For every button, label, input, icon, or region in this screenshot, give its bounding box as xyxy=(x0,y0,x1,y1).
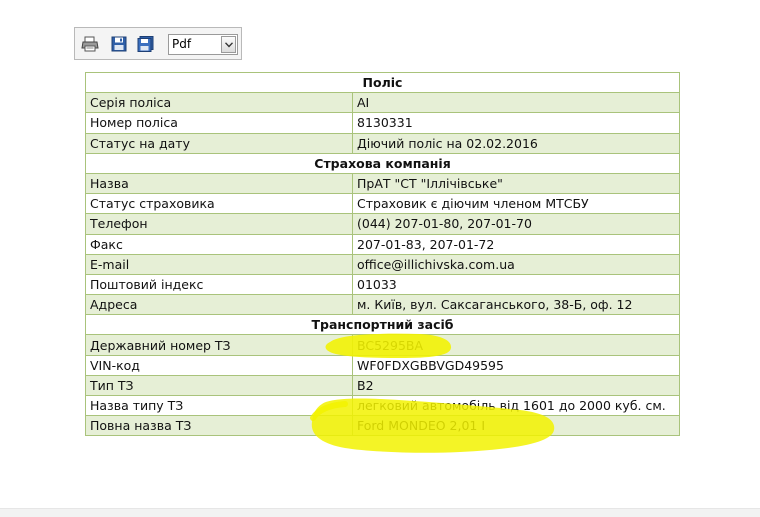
field-value: Ford MONDEO 2,01 I xyxy=(352,415,680,437)
field-value: WF0FDXGBBVGD49595 xyxy=(352,354,680,376)
field-label: Статус страховика xyxy=(85,193,353,215)
section-title: Страхова компанія xyxy=(85,152,680,174)
table-row: VIN-код WF0FDXGBBVGD49595 xyxy=(85,354,680,376)
field-label: Факс xyxy=(85,233,353,255)
save-as-button[interactable] xyxy=(137,36,155,52)
print-button[interactable] xyxy=(81,36,99,52)
field-label: Адреса xyxy=(85,294,353,316)
table-row: Факс 207-01-83, 207-01-72 xyxy=(85,233,680,255)
field-value: 01033 xyxy=(352,273,680,296)
save-icon xyxy=(111,36,127,52)
printer-icon xyxy=(81,36,99,52)
dropdown-caret[interactable] xyxy=(221,36,236,53)
field-label: Повна назва ТЗ xyxy=(85,415,353,437)
field-label: Серія поліса xyxy=(85,92,353,114)
field-value: Страховик є діючим членом МТСБУ xyxy=(352,193,680,215)
section-header-row: Поліс xyxy=(85,71,680,94)
field-value: ПрАТ "СТ "Іллічівське" xyxy=(352,172,680,195)
table-row: Поштовий індекс 01033 xyxy=(85,273,680,296)
field-value: Діючий поліс на 02.02.2016 xyxy=(352,132,680,154)
table-row: Адреса м. Київ, вул. Саксаганського, 38-Б… xyxy=(85,294,680,316)
field-label: Тип ТЗ xyxy=(85,374,353,397)
chevron-down-icon xyxy=(225,42,233,48)
field-value: 8130331 xyxy=(352,112,680,134)
field-label: E-mail xyxy=(85,253,353,275)
export-format-value: Pdf xyxy=(172,37,192,51)
field-value: (044) 207-01-80, 207-01-70 xyxy=(352,213,680,235)
table-row: Тип ТЗ B2 xyxy=(85,374,680,397)
field-label: Поштовий індекс xyxy=(85,273,353,296)
field-label: VIN-код xyxy=(85,354,353,376)
field-label: Статус на дату xyxy=(85,132,353,154)
table-row: Номер поліса 8130331 xyxy=(85,112,680,134)
field-label: Номер поліса xyxy=(85,112,353,134)
field-value: B2 xyxy=(352,374,680,397)
field-value: office@illichivska.com.ua xyxy=(352,253,680,275)
section-title: Транспортний засіб xyxy=(85,314,680,336)
table-row: Статус страховика Страховик є діючим член… xyxy=(85,193,680,215)
field-value: 207-01-83, 207-01-72 xyxy=(352,233,680,255)
export-format-select[interactable]: Pdf xyxy=(168,34,238,55)
table-row: Назва ПрАТ "СТ "Іллічівське" xyxy=(85,172,680,195)
section-title: Поліс xyxy=(85,71,680,94)
field-value: BC5295BA xyxy=(352,334,680,356)
field-value: м. Київ, вул. Саксаганського, 38-Б, оф. … xyxy=(352,294,680,316)
table-row: Повна назва ТЗ Ford MONDEO 2,01 I xyxy=(85,415,680,437)
field-value: легковий автомобіль від 1601 до 2000 куб… xyxy=(352,394,680,417)
table-row: Статус на дату Діючий поліс на 02.02.2016 xyxy=(85,132,680,154)
report-toolbar: Pdf xyxy=(74,27,242,60)
field-label: Назва типу ТЗ xyxy=(85,394,353,417)
field-label: Державний номер ТЗ xyxy=(85,334,353,356)
section-header-row: Транспортний засіб xyxy=(85,314,680,336)
policy-report-table: Поліс Серія поліса AI Номер поліса 8130331 Ст… xyxy=(85,71,680,437)
field-label: Телефон xyxy=(85,213,353,235)
field-value: AI xyxy=(352,92,680,114)
field-label: Назва xyxy=(85,172,353,195)
table-row: E-mail office@illichivska.com.ua xyxy=(85,253,680,275)
table-row: Державний номер ТЗ BC5295BA xyxy=(85,334,680,356)
table-row: Телефон (044) 207-01-80, 207-01-70 xyxy=(85,213,680,235)
section-header-row: Страхова компанія xyxy=(85,152,680,174)
save-button[interactable] xyxy=(110,36,128,52)
table-row: Серія поліса AI xyxy=(85,92,680,114)
save-as-icon xyxy=(137,36,154,52)
table-row: Назва типу ТЗ легковий автомобіль від 160… xyxy=(85,394,680,417)
report-body: Поліс Серія поліса AI Номер поліса 8130331 Ст… xyxy=(85,71,680,437)
